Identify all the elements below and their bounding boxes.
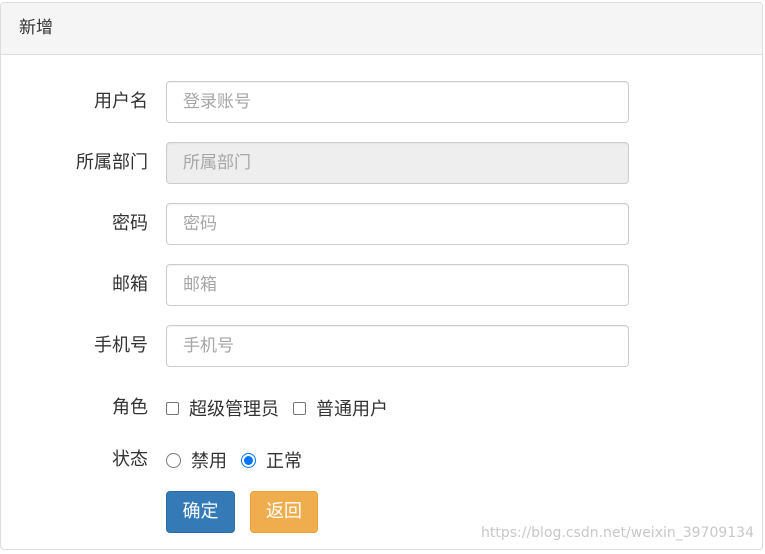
password-input[interactable] <box>166 203 629 245</box>
add-panel: 新增 用户名 所属部门 密码 邮箱 手机号 角色 超级管理员 普通用户 <box>0 2 763 550</box>
email-label: 邮箱 <box>112 274 148 295</box>
disabled-radio[interactable] <box>166 452 181 468</box>
status-options: 禁用 正常 <box>166 439 316 481</box>
password-row: 密码 <box>1 203 764 245</box>
email-input[interactable] <box>166 264 629 306</box>
normal-status-label: 正常 <box>266 451 302 472</box>
super-admin-label: 超级管理员 <box>189 399 279 420</box>
username-row: 用户名 <box>1 81 764 123</box>
panel-title: 新增 <box>1 3 762 55</box>
status-option-disabled[interactable]: 禁用 <box>166 447 227 473</box>
normal-user-checkbox[interactable] <box>293 401 306 415</box>
department-row: 所属部门 <box>1 142 764 184</box>
status-row: 状态 禁用 正常 <box>1 439 764 481</box>
password-label: 密码 <box>112 213 148 234</box>
role-row: 角色 超级管理员 普通用户 <box>1 387 764 429</box>
role-label: 角色 <box>112 397 148 418</box>
role-option-normal-user[interactable]: 普通用户 <box>293 395 388 421</box>
email-row: 邮箱 <box>1 264 764 306</box>
disabled-status-label: 禁用 <box>191 451 227 472</box>
role-options: 超级管理员 普通用户 <box>166 387 402 429</box>
status-label: 状态 <box>112 449 148 470</box>
phone-label: 手机号 <box>94 335 148 356</box>
back-button[interactable]: 返回 <box>250 491 318 533</box>
department-label: 所属部门 <box>76 152 148 173</box>
super-admin-checkbox[interactable] <box>166 401 179 415</box>
normal-user-label: 普通用户 <box>316 399 388 420</box>
username-input[interactable] <box>166 81 629 123</box>
department-input[interactable] <box>166 142 629 184</box>
status-option-normal[interactable]: 正常 <box>241 447 302 473</box>
confirm-button[interactable]: 确定 <box>166 491 235 533</box>
normal-radio[interactable] <box>241 452 256 468</box>
username-label: 用户名 <box>94 91 148 112</box>
watermark-text: https://blog.csdn.net/weixin_39709134 <box>480 525 754 541</box>
phone-row: 手机号 <box>1 325 764 367</box>
role-option-super-admin[interactable]: 超级管理员 <box>166 395 279 421</box>
phone-input[interactable] <box>166 325 629 367</box>
